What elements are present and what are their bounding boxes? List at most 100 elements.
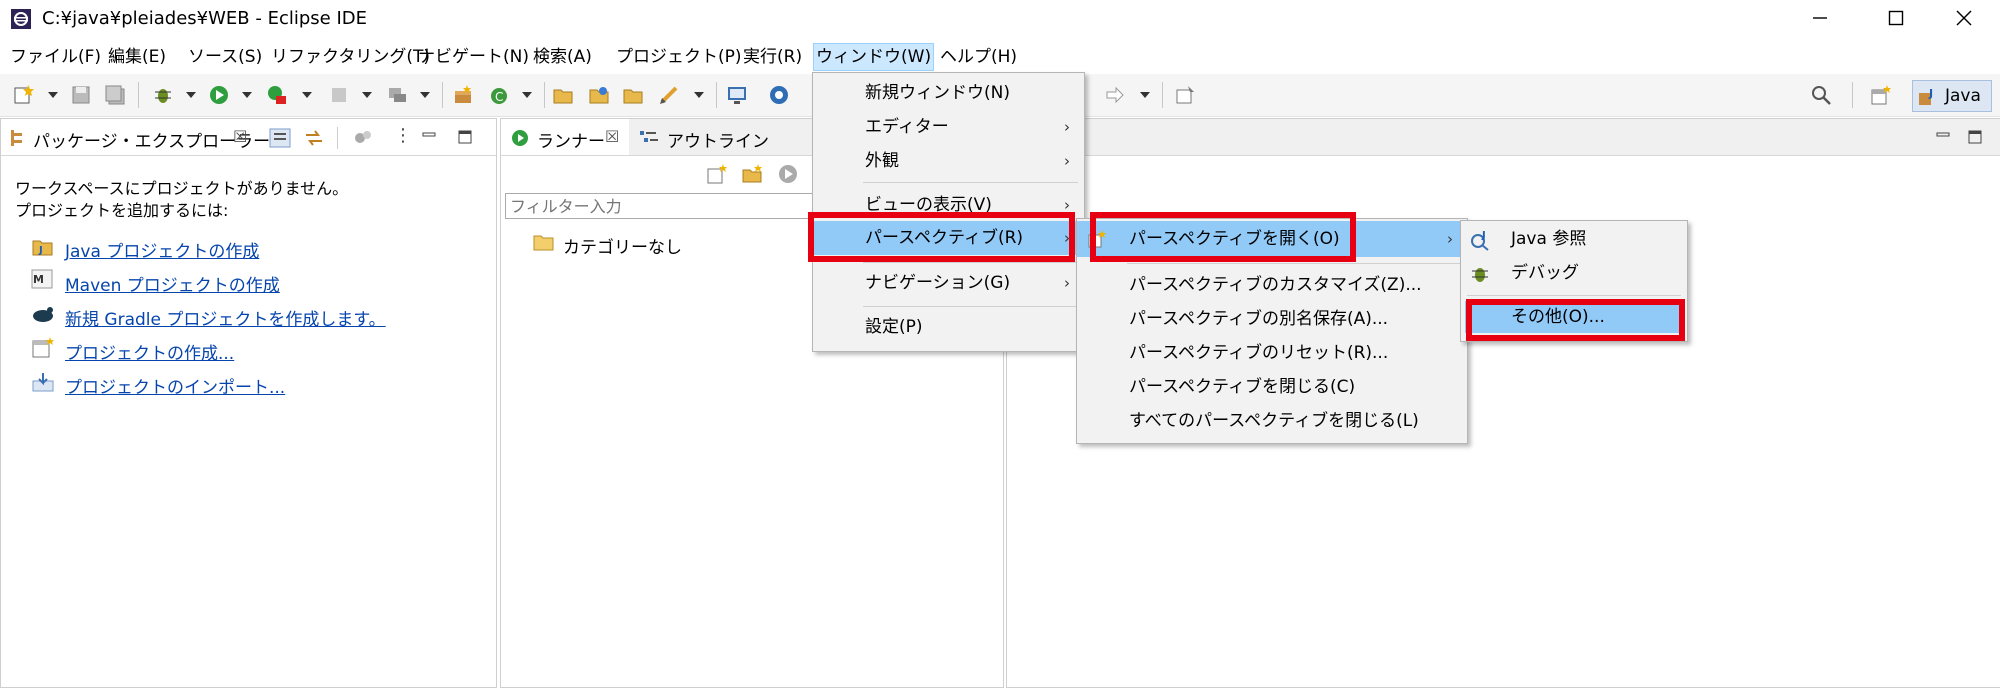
pin-editor-icon[interactable]	[1174, 84, 1196, 106]
svg-text:J: J	[38, 245, 43, 256]
server-dropdown-icon[interactable]	[420, 92, 430, 98]
link-with-editor-icon[interactable]	[303, 128, 325, 148]
view-menu-icon[interactable]: ⋮	[394, 125, 412, 146]
console-icon[interactable]	[726, 84, 748, 106]
minimize-editor-icon[interactable]	[1935, 131, 1951, 143]
close-runner-tab-icon[interactable]: ☒	[605, 127, 619, 146]
menu-item-new-window[interactable]: 新規ウィンドウ(N)	[813, 77, 1084, 109]
open-perspective-icon[interactable]	[1870, 84, 1892, 106]
submenu-arrow-icon: ›	[1064, 118, 1070, 136]
focus-icon[interactable]	[353, 128, 373, 148]
menu-item-debug[interactable]: デバッグ	[1461, 257, 1687, 289]
svg-text:C: C	[495, 90, 503, 104]
menu-window[interactable]: ウィンドウ(W)	[813, 43, 935, 71]
debug-icon	[1472, 268, 1488, 282]
run-dropdown-icon[interactable]	[242, 92, 252, 98]
submenu-arrow-icon: ›	[1064, 274, 1070, 292]
menu-item-java-browsing[interactable]: J Java 参照	[1461, 223, 1687, 255]
open-resource-icon[interactable]	[588, 84, 610, 106]
debug-icon[interactable]	[152, 84, 174, 106]
java-perspective-button[interactable]: J Java	[1912, 80, 1992, 112]
outline-icon	[640, 131, 658, 142]
window-title: C:¥java¥pleiades¥WEB - Eclipse IDE	[42, 8, 367, 29]
new-package-icon[interactable]	[452, 84, 474, 106]
highlight-box-other	[1466, 299, 1685, 341]
maximize-editor-icon[interactable]	[1967, 129, 1983, 145]
search-icon[interactable]	[1810, 84, 1832, 106]
forward-dropdown-icon[interactable]	[1140, 92, 1150, 98]
new-class-dropdown-icon[interactable]	[522, 92, 532, 98]
open-folder-icon[interactable]	[622, 84, 644, 106]
maximize-icon	[1888, 10, 1904, 26]
server-icon[interactable]	[386, 84, 408, 106]
pen-icon[interactable]	[658, 84, 680, 106]
stop-dropdown-icon[interactable]	[362, 92, 372, 98]
menu-item-reset-perspective[interactable]: パースペクティブのリセット(R)...	[1077, 337, 1467, 369]
menu-edit[interactable]: 編集(E)	[106, 44, 168, 70]
add-project-message: プロジェクトを追加するには:	[15, 201, 229, 220]
close-tab-icon[interactable]: ☒	[233, 127, 247, 146]
stop-icon[interactable]	[328, 84, 350, 106]
no-projects-message: ワークスペースにプロジェクトがありません。	[15, 179, 349, 198]
menu-file[interactable]: ファイル(F)	[8, 44, 103, 70]
forward-icon[interactable]	[1104, 84, 1126, 106]
open-type-icon[interactable]	[552, 84, 574, 106]
run-icon[interactable]	[208, 84, 230, 106]
new-category-icon[interactable]	[706, 163, 728, 185]
java-perspective-label: Java	[1945, 86, 1981, 106]
new-dropdown-icon[interactable]	[48, 92, 58, 98]
package-explorer-icon	[11, 130, 22, 146]
java-browsing-icon: J	[1471, 230, 1489, 251]
menu-item-editor[interactable]: エディター ›	[813, 111, 1084, 143]
menu-item-close-all-perspectives[interactable]: すべてのパースペクティブを閉じる(L)	[1077, 405, 1467, 437]
new-icon[interactable]	[12, 84, 34, 106]
menu-project[interactable]: プロジェクト(P)	[614, 44, 744, 70]
tree-item-no-category[interactable]: カテゴリーなし	[563, 233, 682, 258]
close-button[interactable]	[1934, 0, 1994, 36]
new-class-icon[interactable]: C	[488, 84, 510, 106]
collapse-all-icon[interactable]	[269, 128, 291, 148]
link-import-project[interactable]: プロジェクトのインポート...	[65, 373, 285, 398]
filter-input[interactable]	[505, 193, 845, 219]
tab-outline[interactable]: アウトライン	[667, 127, 769, 152]
minimize-button[interactable]	[1790, 0, 1850, 36]
menu-item-navigation[interactable]: ナビゲーション(G) ›	[813, 267, 1084, 299]
external-tools-icon[interactable]	[266, 84, 288, 106]
menu-navigate[interactable]: ナビゲート(N)	[416, 44, 531, 70]
save-all-icon[interactable]	[104, 84, 126, 106]
link-create-maven-project[interactable]: Maven プロジェクトの作成	[65, 271, 280, 296]
menu-source[interactable]: ソース(S)	[186, 44, 264, 70]
new-folder-icon[interactable]	[741, 163, 763, 185]
link-create-project[interactable]: プロジェクトの作成...	[65, 339, 234, 364]
menu-item-save-perspective-as[interactable]: パースペクティブの別名保存(A)...	[1077, 303, 1467, 335]
tab-runner[interactable]: ランナー ☒	[501, 119, 629, 155]
eclipse-app-icon	[11, 9, 31, 29]
minimize-view-icon[interactable]	[421, 131, 437, 143]
external-tools-dropdown-icon[interactable]	[302, 92, 312, 98]
menu-run[interactable]: 実行(R)	[741, 44, 804, 70]
package-explorer-pane: パッケージ・エクスプローラー ☒ ⋮ ワークスペースにプロジェクトがありません。…	[0, 118, 497, 688]
highlight-box-open-perspective	[1090, 212, 1356, 262]
menu-refactoring[interactable]: リファクタリング(T)	[269, 44, 432, 70]
maximize-view-icon[interactable]	[457, 129, 473, 145]
debug-dropdown-icon[interactable]	[186, 92, 196, 98]
svg-text:J: J	[1928, 87, 1933, 100]
settings-icon[interactable]	[768, 84, 790, 106]
link-create-java-project[interactable]: Java プロジェクトの作成	[65, 237, 259, 262]
menu-item-appearance[interactable]: 外観 ›	[813, 145, 1084, 177]
menu-search[interactable]: 検索(A)	[531, 44, 594, 70]
svg-text:M: M	[33, 273, 44, 286]
run-disabled-icon[interactable]	[777, 163, 799, 185]
maximize-button[interactable]	[1866, 0, 1926, 36]
pen-dropdown-icon[interactable]	[694, 92, 704, 98]
menu-item-customize-perspective[interactable]: パースペクティブのカスタマイズ(Z)...	[1077, 269, 1467, 301]
link-create-gradle-project[interactable]: 新規 Gradle プロジェクトを作成します。	[65, 305, 386, 330]
import-icon	[32, 373, 54, 392]
menu-item-close-perspective[interactable]: パースペクティブを閉じる(C)	[1077, 371, 1467, 403]
menu-item-preferences[interactable]: 設定(P)	[813, 311, 1084, 343]
maven-project-icon: M	[31, 269, 53, 289]
save-icon[interactable]	[70, 84, 92, 106]
tab-runner-label: ランナー	[537, 132, 605, 152]
menu-help[interactable]: ヘルプ(H)	[938, 44, 1019, 70]
menu-bar: ファイル(F) 編集(E) ソース(S) リファクタリング(T) ナビゲート(N…	[0, 40, 2000, 72]
